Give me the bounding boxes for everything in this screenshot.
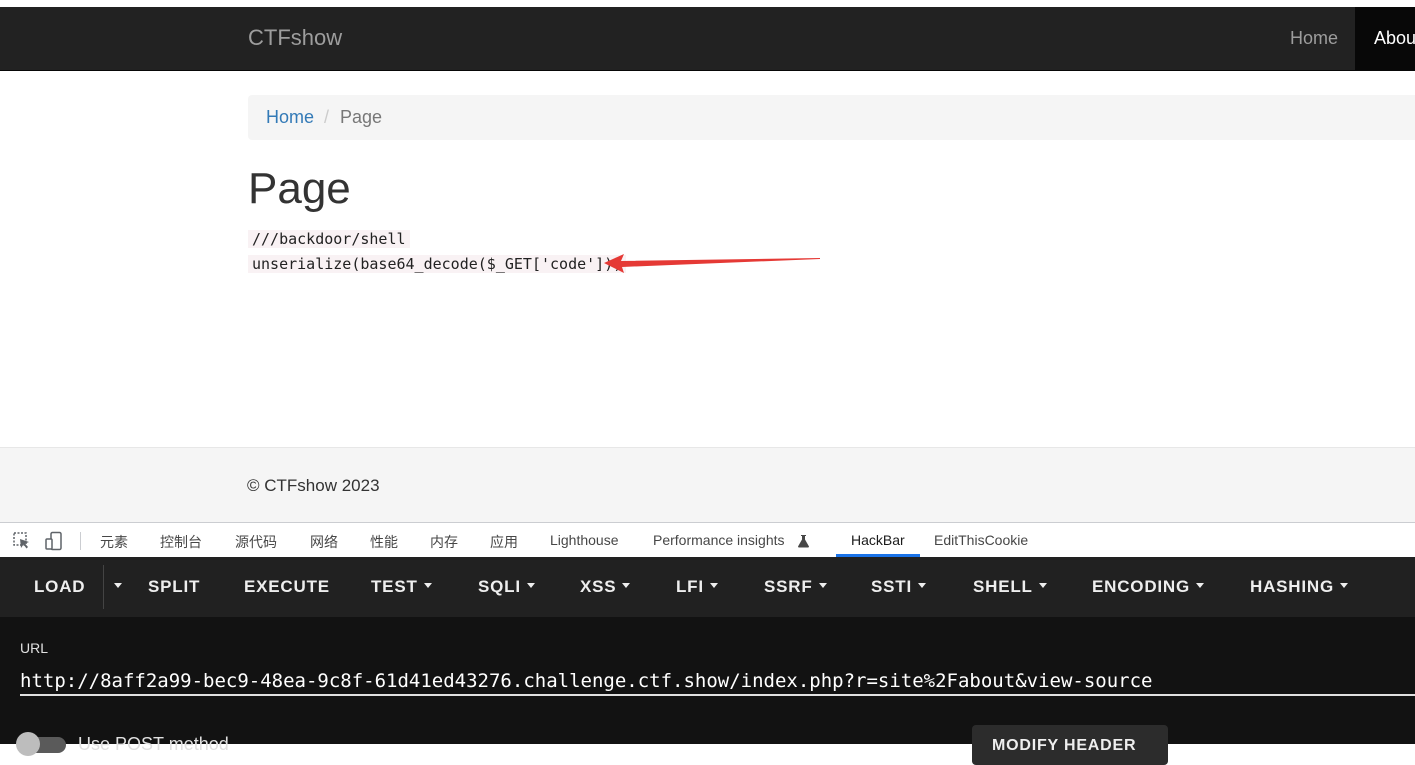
chevron-down-icon xyxy=(622,583,631,589)
encoding-label: ENCODING xyxy=(1092,577,1191,596)
tab-editthiscookie[interactable]: EditThisCookie xyxy=(934,532,1028,548)
tab-elements[interactable]: 元素 xyxy=(100,532,128,552)
navbar-brand[interactable]: CTFshow xyxy=(248,25,342,51)
test-label: TEST xyxy=(371,577,418,596)
tab-performance-insights[interactable]: Performance insights xyxy=(653,532,785,548)
footer-copyright: © CTFshow 2023 xyxy=(247,476,380,495)
url-input-underline xyxy=(20,694,1415,696)
nav-item-about-label: About xyxy=(1374,28,1415,48)
hashing-menu-button[interactable]: HASHING xyxy=(1250,577,1348,597)
chevron-down-icon xyxy=(1038,583,1047,589)
xss-menu-button[interactable]: XSS xyxy=(580,577,631,597)
tab-network[interactable]: 网络 xyxy=(310,532,338,552)
breadcrumb: Home / Page xyxy=(248,95,1415,140)
page-title: Page xyxy=(248,164,351,213)
ssrf-label: SSRF xyxy=(764,577,813,596)
inspect-element-icon[interactable] xyxy=(12,531,32,551)
tab-console[interactable]: 控制台 xyxy=(160,532,202,552)
chevron-down-icon xyxy=(1340,583,1348,589)
split-button[interactable]: SPLIT xyxy=(148,577,200,597)
hashing-label: HASHING xyxy=(1250,577,1334,596)
lfi-label: LFI xyxy=(676,577,704,596)
tab-sources[interactable]: 源代码 xyxy=(235,532,277,552)
execute-button[interactable]: EXECUTE xyxy=(244,577,330,597)
device-toolbar-icon[interactable] xyxy=(44,531,64,551)
sqli-label: SQLI xyxy=(478,577,521,596)
ssti-label: SSTI xyxy=(871,577,912,596)
chevron-down-icon xyxy=(526,583,535,589)
ssrf-menu-button[interactable]: SSRF xyxy=(764,577,827,597)
hackbar-body: URL http://8aff2a99-bec9-48ea-9c8f-61d41… xyxy=(0,617,1415,765)
shell-label: SHELL xyxy=(973,577,1033,596)
sqli-menu-button[interactable]: SQLI xyxy=(478,577,535,597)
devtools-tab-bar: 元素 控制台 源代码 网络 性能 内存 应用 Lighthouse Perfor… xyxy=(0,522,1415,559)
nav-item-home[interactable]: Home xyxy=(1290,28,1338,49)
tab-application[interactable]: 应用 xyxy=(490,532,518,552)
flask-icon xyxy=(798,535,809,548)
hackbar-toolbar: LOAD SPLIT EXECUTE TEST SQLI XSS LFI SSR… xyxy=(0,557,1415,617)
chevron-down-icon xyxy=(709,583,718,589)
tab-performance[interactable]: 性能 xyxy=(370,532,398,552)
encoding-menu-button[interactable]: ENCODING xyxy=(1092,577,1205,597)
top-strip xyxy=(0,0,1415,7)
chevron-down-icon xyxy=(1196,583,1205,589)
tab-lighthouse[interactable]: Lighthouse xyxy=(550,532,619,548)
xss-label: XSS xyxy=(580,577,617,596)
url-label: URL xyxy=(20,640,49,656)
breadcrumb-home-link[interactable]: Home xyxy=(266,107,314,128)
devtools-separator xyxy=(80,532,81,550)
breadcrumb-separator: / xyxy=(324,107,330,127)
code-line-unserialize: unserialize(base64_decode($_GET['code'])… xyxy=(248,255,627,273)
shell-menu-button[interactable]: SHELL xyxy=(973,577,1047,597)
tab-memory[interactable]: 内存 xyxy=(430,532,458,552)
modify-header-button[interactable]: MODIFY HEADER xyxy=(972,725,1168,765)
post-method-label: Use POST method xyxy=(78,734,229,754)
post-method-toggle-knob[interactable] xyxy=(16,732,40,756)
modify-header-label: MODIFY HEADER xyxy=(992,737,1137,754)
annotation-arrow-icon xyxy=(604,254,820,273)
tab-hackbar[interactable]: HackBar xyxy=(851,532,905,548)
chevron-down-icon xyxy=(918,583,926,589)
code-line-comment: ///backdoor/shell xyxy=(248,230,410,248)
load-dropdown-button[interactable] xyxy=(108,577,122,597)
url-input[interactable]: http://8aff2a99-bec9-48ea-9c8f-61d41ed43… xyxy=(20,670,1152,692)
ssti-menu-button[interactable]: SSTI xyxy=(871,577,926,597)
load-split-divider xyxy=(103,565,104,609)
navbar: CTFshow Home About xyxy=(0,7,1415,71)
chevron-down-icon xyxy=(423,583,432,589)
breadcrumb-current: Page xyxy=(340,107,383,127)
chevron-down-icon xyxy=(818,583,827,589)
chevron-down-icon xyxy=(114,583,122,589)
test-menu-button[interactable]: TEST xyxy=(371,577,432,597)
footer: © CTFshow 2023 xyxy=(0,447,1415,523)
load-button[interactable]: LOAD xyxy=(34,577,85,597)
lfi-menu-button[interactable]: LFI xyxy=(676,577,718,597)
nav-item-about[interactable]: About xyxy=(1355,7,1415,70)
